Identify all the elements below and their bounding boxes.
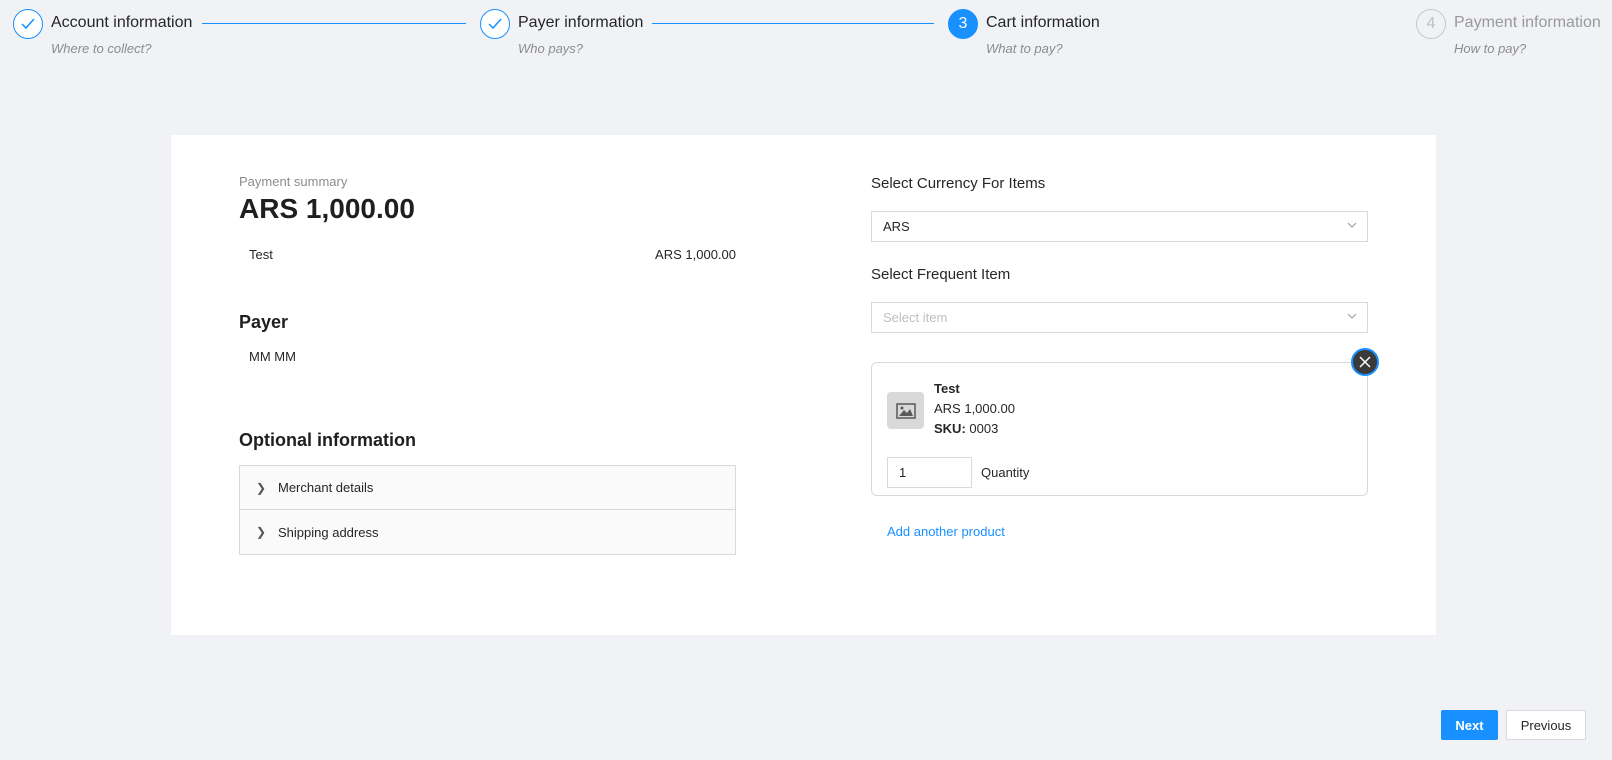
summary-line-name: Test (249, 247, 273, 262)
step-description: Where to collect? (51, 41, 152, 56)
step-title: Payer information (518, 14, 644, 31)
chevron-down-icon (1347, 222, 1357, 228)
steps-bar: Account information Where to collect? Pa… (0, 0, 1612, 70)
payment-summary-label: Payment summary (239, 174, 348, 189)
panel-title: Merchant details (278, 480, 374, 495)
sku-value: 0003 (969, 421, 999, 436)
cart-item-sku: SKU: 0003 (934, 421, 998, 436)
sku-label: SKU: (934, 421, 966, 436)
step-number: 4 (1416, 9, 1446, 39)
frequent-item-placeholder: Select item (883, 310, 948, 325)
step-description: Who pays? (518, 41, 584, 56)
add-another-product-link[interactable]: Add another product (887, 524, 1005, 539)
step-title: Payment information (1454, 14, 1601, 31)
currency-select[interactable]: ARS (871, 211, 1368, 242)
cart-item-name: Test (934, 381, 960, 396)
panel-title: Shipping address (278, 524, 379, 540)
cart-item-price: ARS 1,000.00 (934, 401, 1015, 416)
shipping-address-panel[interactable]: ❯ Shipping address (240, 510, 735, 554)
payment-summary-total: ARS 1,000.00 (239, 193, 415, 224)
optional-information-collapse: ❯ Merchant details ❯ Shipping address (239, 465, 736, 555)
step-connector (202, 23, 466, 24)
next-button[interactable]: Next (1441, 710, 1498, 740)
step-description: What to pay? (986, 41, 1063, 56)
step-number: 3 (948, 9, 978, 39)
payer-heading: Payer (239, 312, 289, 332)
chevron-right-icon: ❯ (256, 525, 267, 539)
remove-item-button[interactable] (1351, 348, 1379, 376)
step-description: How to pay? (1454, 41, 1527, 56)
image-placeholder-icon (887, 392, 924, 429)
frequent-item-label: Select Frequent Item (871, 266, 1011, 283)
chevron-right-icon: ❯ (256, 480, 267, 495)
check-icon (13, 9, 43, 39)
check-icon (480, 9, 510, 39)
previous-button[interactable]: Previous (1506, 710, 1586, 740)
currency-label: Select Currency For Items (871, 175, 1046, 192)
step-connector (652, 23, 934, 24)
cart-card: Payment summary ARS 1,000.00 Test ARS 1,… (171, 135, 1436, 635)
step-title: Cart information (986, 14, 1100, 31)
optional-information-heading: Optional information (239, 430, 416, 450)
frequent-item-select[interactable]: Select item (871, 302, 1368, 333)
step-title: Account information (51, 14, 193, 31)
close-icon (1359, 356, 1371, 368)
quantity-label: Quantity (981, 465, 1030, 480)
quantity-input[interactable] (887, 457, 972, 488)
chevron-down-icon (1347, 313, 1357, 319)
merchant-details-panel[interactable]: ❯ Merchant details (240, 466, 735, 510)
payer-name: MM MM (249, 349, 296, 364)
cart-item-card: Test ARS 1,000.00 SKU: 0003 Quantity (871, 362, 1368, 496)
summary-line-amount: ARS 1,000.00 (655, 247, 736, 262)
currency-value: ARS (883, 219, 910, 234)
